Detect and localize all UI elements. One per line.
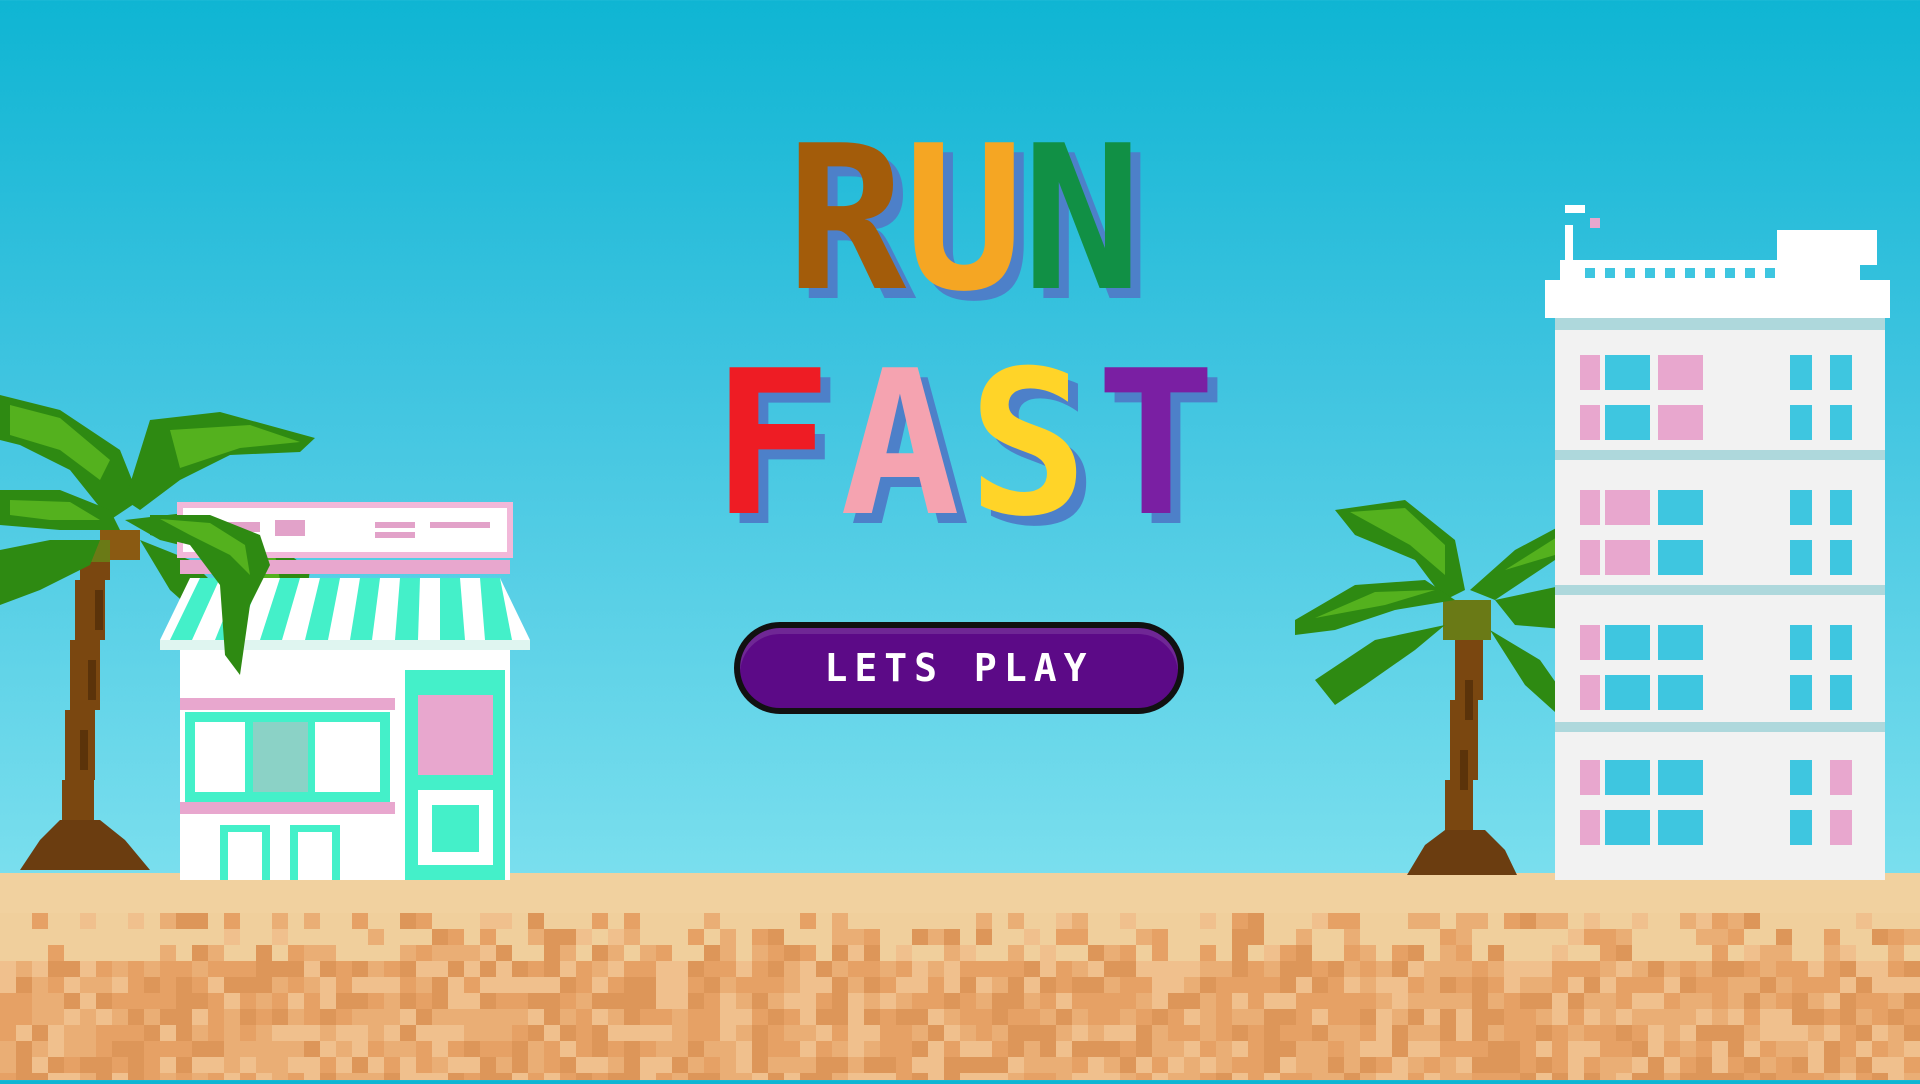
- sand-ground: [0, 873, 1920, 1084]
- title-word-fast: FAST: [0, 345, 1920, 545]
- lets-play-button[interactable]: LETS PLAY: [734, 622, 1184, 714]
- title-letter-u: U: [903, 103, 1024, 336]
- title-letter-t: T: [1095, 328, 1216, 561]
- title-letter-r: R: [785, 103, 906, 336]
- title-letter-n: N: [1021, 103, 1142, 336]
- title-letter-a: A: [839, 328, 960, 561]
- title-word-run: RUN: [0, 120, 1920, 320]
- game-title-screen: RUN FAST LETS PLAY: [0, 0, 1920, 1084]
- sand-texture: [0, 873, 1920, 1084]
- title-letter-s: S: [967, 328, 1088, 561]
- title-letter-f: F: [711, 328, 832, 561]
